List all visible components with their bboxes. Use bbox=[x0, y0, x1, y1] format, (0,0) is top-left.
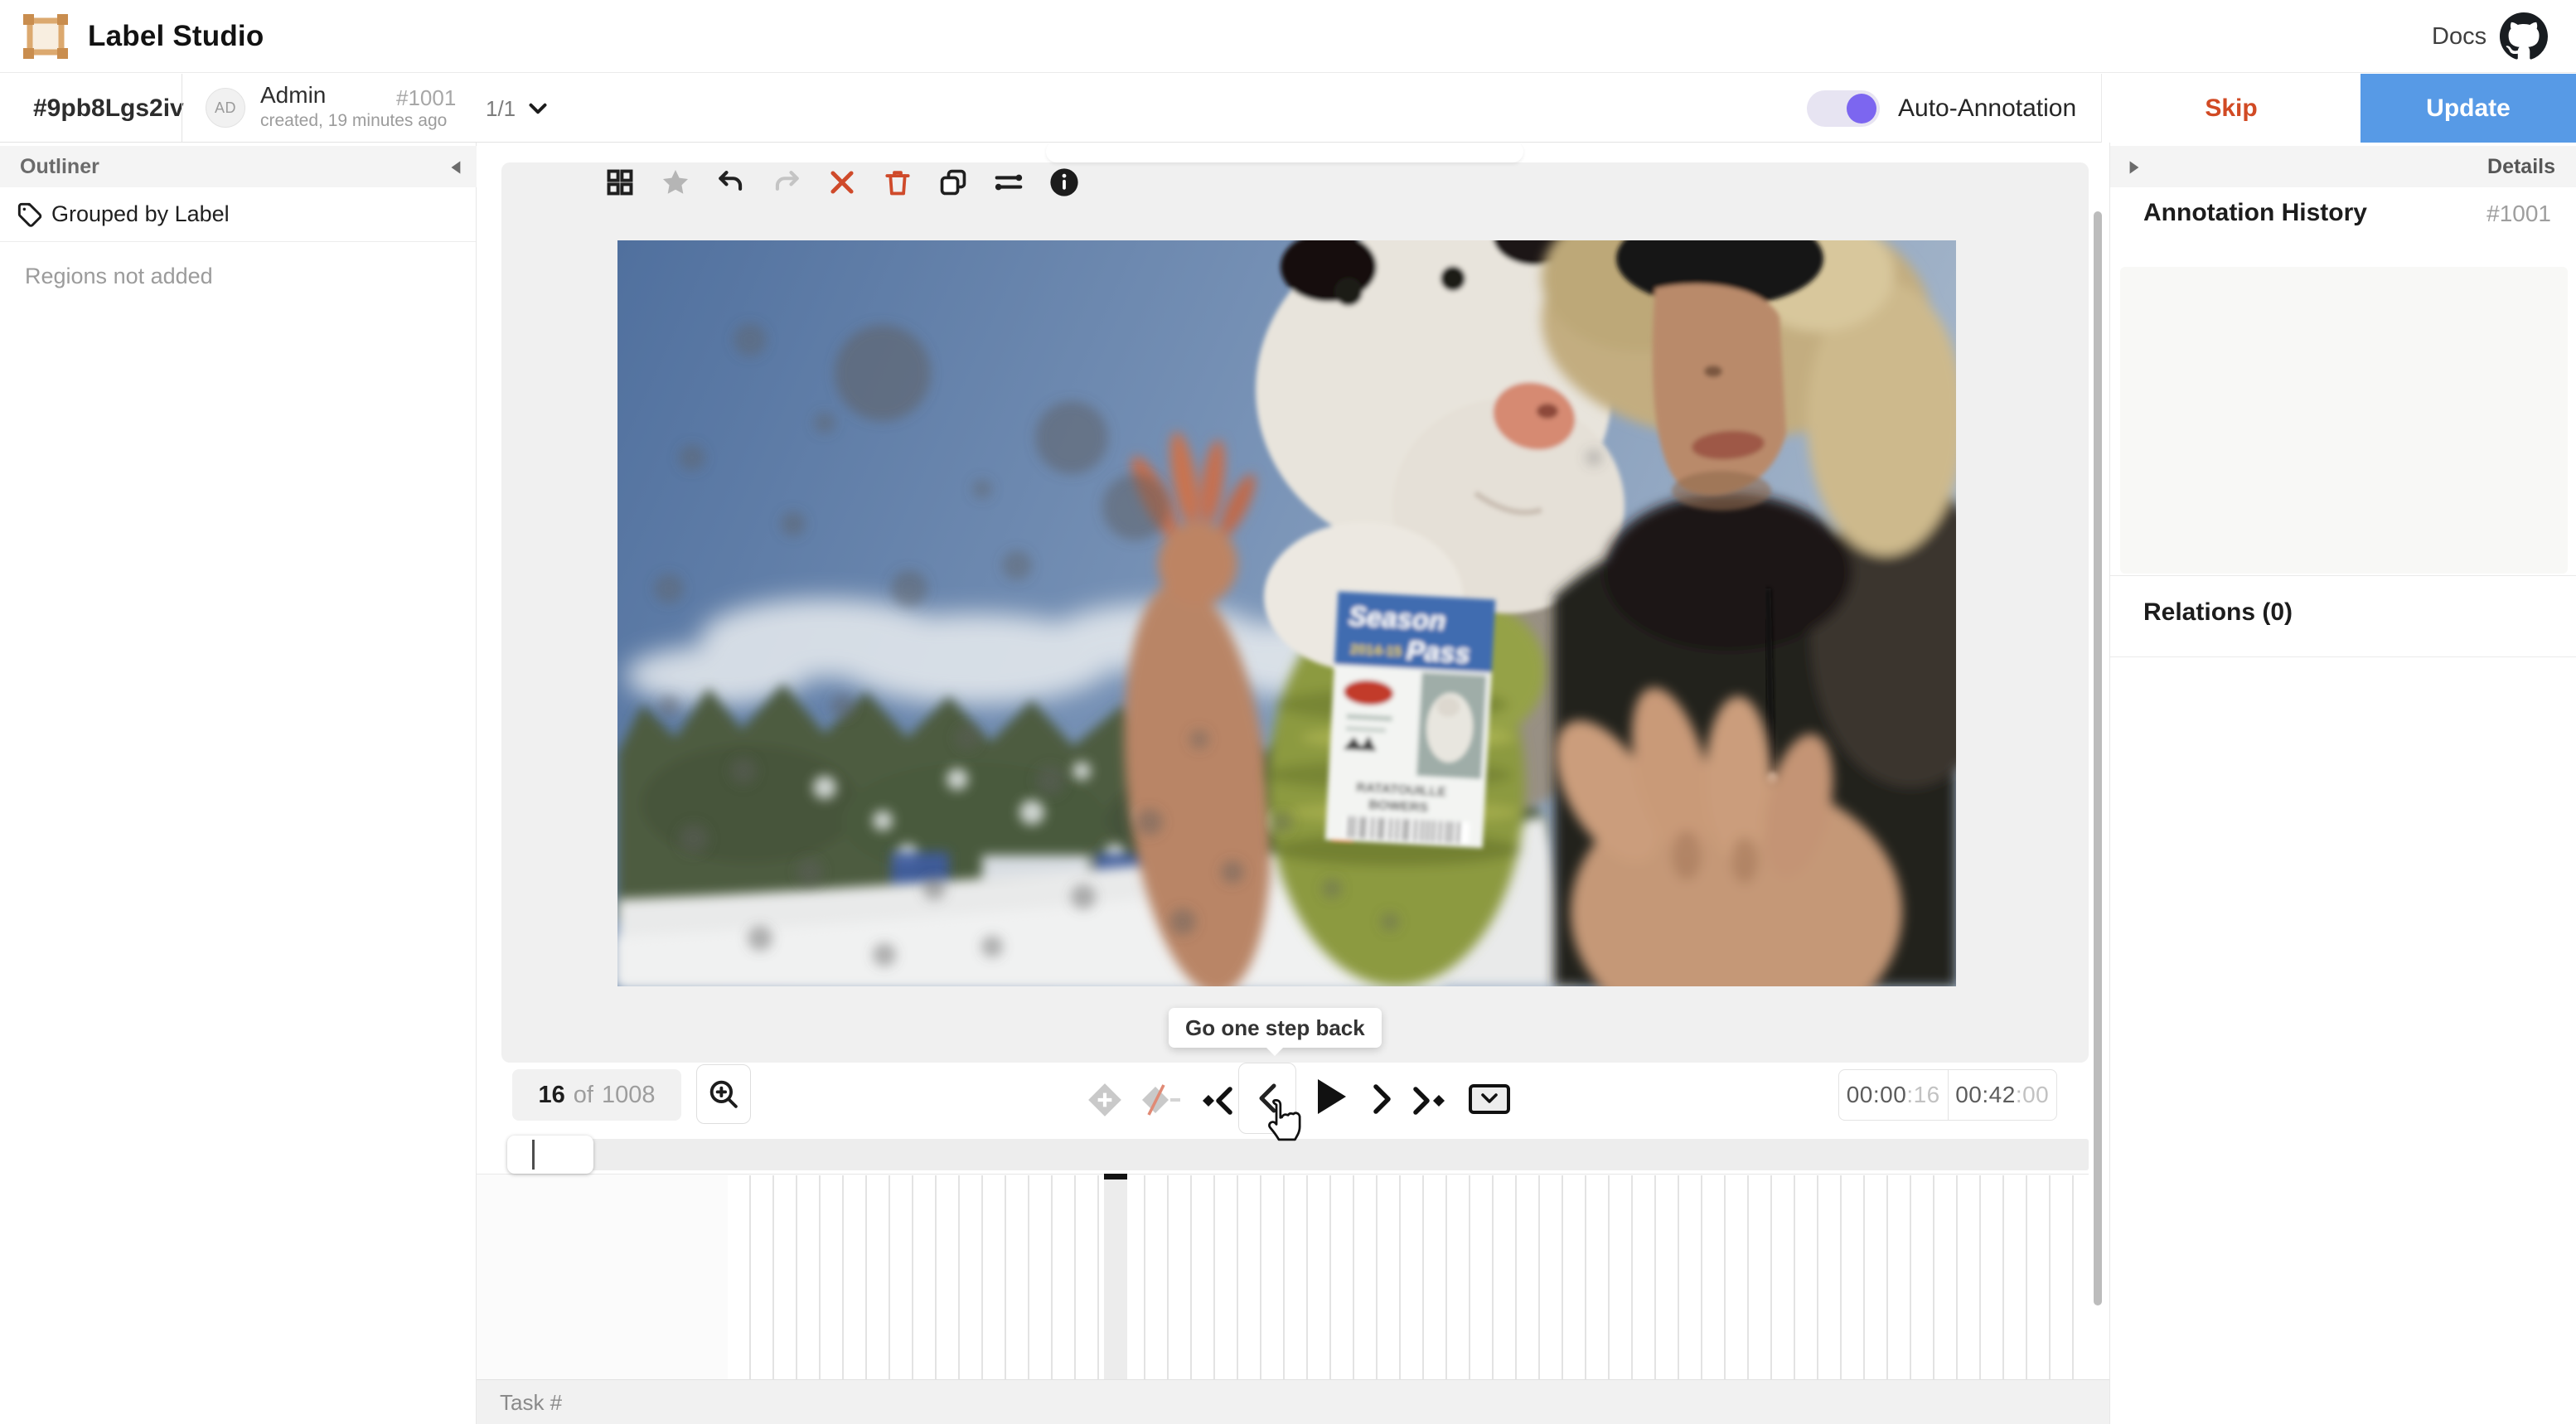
chevron-down-icon[interactable] bbox=[522, 94, 554, 123]
task-footer: Task # bbox=[477, 1379, 2109, 1424]
prev-keypoint-icon[interactable] bbox=[1195, 1086, 1235, 1116]
group-mode-label: Grouped by Label bbox=[51, 201, 230, 227]
undo-icon[interactable] bbox=[714, 166, 748, 199]
annotation-history-id: #1001 bbox=[2486, 201, 2551, 227]
group-by-label-row[interactable]: Grouped by Label bbox=[0, 187, 476, 242]
relations-title: Relations (0) bbox=[2143, 598, 2293, 627]
timeline-collapse-icon[interactable] bbox=[1467, 1079, 1512, 1119]
keypoint-remove-icon[interactable] bbox=[1139, 1081, 1182, 1119]
auto-annotation-toggle[interactable] bbox=[1807, 90, 1880, 127]
badge-year-text: 2014-15 bbox=[1349, 641, 1402, 659]
time-display: 00:00:16 00:42:00 bbox=[1838, 1069, 2057, 1121]
frame-current: 16 bbox=[539, 1082, 565, 1109]
timeline-frame-columns[interactable] bbox=[728, 1175, 2089, 1380]
toggle-knob bbox=[1847, 94, 1876, 124]
docs-link[interactable]: Docs bbox=[2432, 23, 2486, 51]
seek-position-mark bbox=[532, 1140, 535, 1170]
toolbar-icons bbox=[590, 148, 1081, 216]
relations-icon[interactable] bbox=[992, 166, 1025, 199]
github-icon[interactable] bbox=[2500, 12, 2548, 61]
duplicate-icon[interactable] bbox=[937, 166, 970, 199]
timeline-frames[interactable] bbox=[477, 1174, 2089, 1379]
redo-icon[interactable] bbox=[770, 166, 803, 199]
regions-empty-text: Regions not added bbox=[25, 264, 213, 289]
vertical-scrollbar[interactable] bbox=[2094, 211, 2102, 1305]
reject-x-icon[interactable] bbox=[826, 166, 859, 199]
badge-pass-text: Pass bbox=[1406, 635, 1471, 669]
info-icon[interactable] bbox=[1048, 166, 1081, 199]
delete-trash-icon[interactable] bbox=[881, 166, 914, 199]
timeline-playhead[interactable] bbox=[1104, 1174, 1127, 1379]
annotation-toolbar: #9pb8Lgs2iv AD Admin #1001 created, 19 m… bbox=[0, 74, 2576, 143]
seek-bar[interactable] bbox=[512, 1139, 2089, 1170]
auto-annotation-label: Auto-Annotation bbox=[1898, 74, 2076, 143]
details-title: Details bbox=[2487, 155, 2555, 179]
video-canvas[interactable]: Season 2014-15 Pass RATATOUILLE BOWERS bbox=[617, 240, 1956, 986]
annotation-pager: 1/1 bbox=[486, 96, 516, 122]
keypoint-add-icon[interactable] bbox=[1086, 1081, 1124, 1119]
skip-button[interactable]: Skip bbox=[2102, 74, 2361, 143]
details-panel: Details Annotation History #1001 Relatio… bbox=[2109, 143, 2576, 1424]
annotation-history-list bbox=[2120, 267, 2568, 574]
grid-view-icon[interactable] bbox=[603, 166, 637, 199]
outliner-sidebar: Outliner Grouped by Label Regions not ad… bbox=[0, 143, 477, 1424]
divider bbox=[2110, 575, 2576, 576]
tooltip: Go one step back bbox=[1169, 1008, 1382, 1048]
annotation-history-title: Annotation History bbox=[2143, 199, 2367, 227]
frame-total: 1008 bbox=[602, 1082, 656, 1109]
next-keypoint-icon[interactable] bbox=[1411, 1086, 1450, 1116]
task-footer-label: Task # bbox=[500, 1390, 562, 1416]
user-name: Admin bbox=[260, 82, 326, 109]
zoom-in-icon[interactable] bbox=[696, 1064, 751, 1124]
expand-right-icon[interactable] bbox=[2123, 157, 2145, 178]
badge-season-text: Season bbox=[1348, 600, 1446, 636]
time-total[interactable]: 00:42:00 bbox=[1948, 1070, 2057, 1120]
prev-frame-button[interactable] bbox=[1238, 1063, 1296, 1134]
label-studio-app: Label Studio Docs #9pb8Lgs2iv AD Admin #… bbox=[0, 0, 2576, 1424]
annotation-id: #1001 bbox=[396, 85, 456, 111]
collapse-left-icon[interactable] bbox=[446, 157, 467, 178]
label-studio-logo-icon bbox=[22, 12, 70, 61]
frame-counter[interactable]: 16 of 1008 bbox=[512, 1069, 681, 1121]
outliner-title: Outliner bbox=[20, 155, 99, 179]
app-title: Label Studio bbox=[88, 20, 264, 53]
tag-icon bbox=[17, 201, 43, 228]
next-frame-icon[interactable] bbox=[1368, 1081, 1396, 1117]
seek-handle[interactable] bbox=[507, 1136, 593, 1174]
details-header: Details bbox=[2110, 146, 2576, 187]
outliner-header: Outliner bbox=[0, 146, 477, 187]
star-icon[interactable] bbox=[659, 166, 692, 199]
time-current[interactable]: 00:00:16 bbox=[1839, 1070, 1948, 1120]
task-id: #9pb8Lgs2iv bbox=[33, 74, 184, 143]
update-button[interactable]: Update bbox=[2361, 74, 2576, 143]
avatar[interactable]: AD bbox=[206, 88, 245, 128]
panel-top-edge bbox=[1046, 141, 1523, 162]
created-timestamp: created, 19 minutes ago bbox=[260, 111, 447, 131]
divider bbox=[2110, 656, 2576, 657]
app-header: Label Studio Docs bbox=[0, 0, 2576, 73]
play-icon[interactable] bbox=[1313, 1076, 1349, 1117]
frame-of-label: of bbox=[574, 1082, 593, 1109]
